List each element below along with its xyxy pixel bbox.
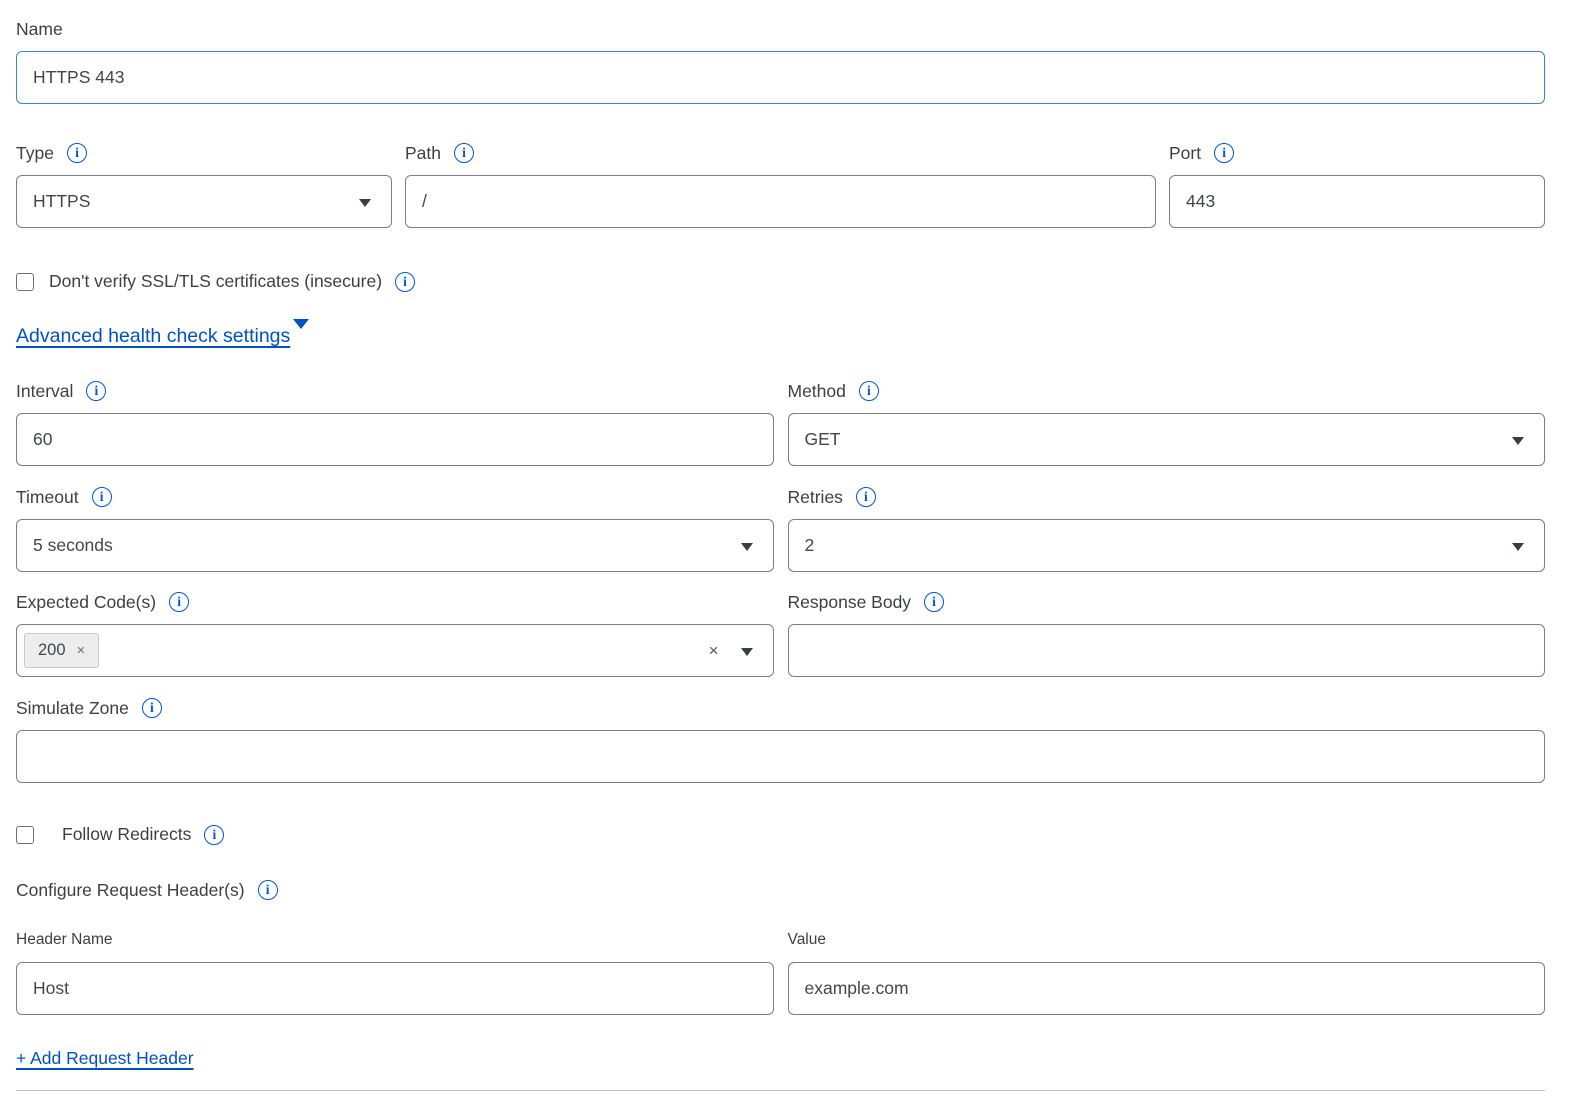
header-row: Header Name Value [16, 929, 1545, 1015]
timeout-label: Timeout [16, 485, 79, 509]
type-label: Type [16, 141, 54, 165]
header-name-label: Header Name [16, 929, 774, 951]
info-icon[interactable] [859, 381, 879, 401]
response-body-input[interactable] [788, 624, 1546, 677]
triangle-down-icon [293, 319, 309, 346]
info-icon[interactable] [204, 825, 224, 845]
interval-input[interactable] [16, 413, 774, 466]
info-icon[interactable] [856, 487, 876, 507]
port-label: Port [1169, 141, 1201, 165]
code-tag-value: 200 [38, 641, 66, 660]
method-label: Method [788, 379, 846, 403]
tag-remove-icon[interactable]: × [77, 642, 86, 659]
timeout-select[interactable]: 5 seconds [16, 519, 774, 572]
interval-label: Interval [16, 379, 73, 403]
codes-body-row: Expected Code(s) 200 × × Response Body [16, 590, 1545, 677]
info-icon[interactable] [142, 698, 162, 718]
path-input[interactable] [405, 175, 1156, 228]
type-field: Type HTTPS [16, 141, 392, 228]
port-input[interactable] [1169, 175, 1545, 228]
header-name-input[interactable] [16, 962, 774, 1015]
method-field: Method GET [788, 379, 1546, 466]
expected-codes-field: Expected Code(s) 200 × × [16, 590, 774, 677]
request-headers-title: Configure Request Header(s) [16, 878, 245, 902]
info-icon[interactable] [169, 592, 189, 612]
follow-redirects-row: Follow Redirects [16, 824, 1545, 845]
timeout-retries-row: Timeout 5 seconds Retries 2 [16, 485, 1545, 572]
section-divider [16, 1090, 1545, 1091]
timeout-select-value: 5 seconds [33, 535, 113, 556]
header-value-input[interactable] [788, 962, 1546, 1015]
advanced-settings-label: Advanced health check settings [16, 325, 290, 348]
chevron-down-icon [359, 199, 371, 207]
path-label: Path [405, 141, 441, 165]
response-body-label: Response Body [788, 590, 912, 614]
request-headers-title-row: Configure Request Header(s) [16, 878, 1545, 902]
chevron-down-icon[interactable] [741, 648, 753, 656]
follow-redirects-checkbox[interactable] [16, 826, 34, 844]
path-field: Path [405, 141, 1156, 228]
follow-redirects-label: Follow Redirects [62, 824, 191, 845]
interval-field: Interval [16, 379, 774, 466]
add-request-header-label: + Add Request Header [16, 1048, 194, 1069]
ssl-verify-checkbox[interactable] [16, 273, 34, 291]
type-select[interactable]: HTTPS [16, 175, 392, 228]
info-icon[interactable] [1214, 143, 1234, 163]
response-body-field: Response Body [788, 590, 1546, 677]
health-check-form: Name Type HTTPS Path Port [16, 0, 1545, 1091]
simulate-zone-label: Simulate Zone [16, 696, 129, 720]
info-icon[interactable] [395, 272, 415, 292]
name-field: Name [16, 17, 1545, 104]
info-icon[interactable] [454, 143, 474, 163]
expected-codes-label: Expected Code(s) [16, 590, 156, 614]
simulate-zone-field: Simulate Zone [16, 696, 1545, 783]
timeout-field: Timeout 5 seconds [16, 485, 774, 572]
header-value-label: Value [788, 929, 1546, 951]
info-icon[interactable] [258, 880, 278, 900]
chevron-down-icon [741, 543, 753, 551]
chevron-down-icon [1512, 437, 1524, 445]
advanced-settings-toggle[interactable]: Advanced health check settings [16, 325, 290, 348]
retries-select-value: 2 [805, 535, 815, 556]
info-icon[interactable] [86, 381, 106, 401]
name-input[interactable] [16, 51, 1545, 104]
info-icon[interactable] [92, 487, 112, 507]
type-path-port-row: Type HTTPS Path Port [16, 141, 1545, 228]
expected-codes-multiselect[interactable]: 200 × × [16, 624, 774, 677]
ssl-verify-row: Don't verify SSL/TLS certificates (insec… [16, 271, 1545, 292]
type-select-value: HTTPS [33, 191, 90, 212]
header-name-field: Header Name [16, 929, 774, 1015]
retries-field: Retries 2 [788, 485, 1546, 572]
interval-method-row: Interval Method GET [16, 379, 1545, 466]
info-icon[interactable] [924, 592, 944, 612]
clear-all-icon[interactable]: × [709, 641, 719, 661]
retries-select[interactable]: 2 [788, 519, 1546, 572]
port-field: Port [1169, 141, 1545, 228]
code-tag: 200 × [24, 633, 99, 668]
header-value-field: Value [788, 929, 1546, 1015]
simulate-zone-input[interactable] [16, 730, 1545, 783]
info-icon[interactable] [67, 143, 87, 163]
ssl-verify-label: Don't verify SSL/TLS certificates (insec… [49, 271, 382, 292]
method-select-value: GET [805, 429, 841, 450]
method-select[interactable]: GET [788, 413, 1546, 466]
retries-label: Retries [788, 485, 843, 509]
add-request-header-button[interactable]: + Add Request Header [16, 1048, 194, 1069]
name-label: Name [16, 17, 63, 41]
chevron-down-icon [1512, 543, 1524, 551]
